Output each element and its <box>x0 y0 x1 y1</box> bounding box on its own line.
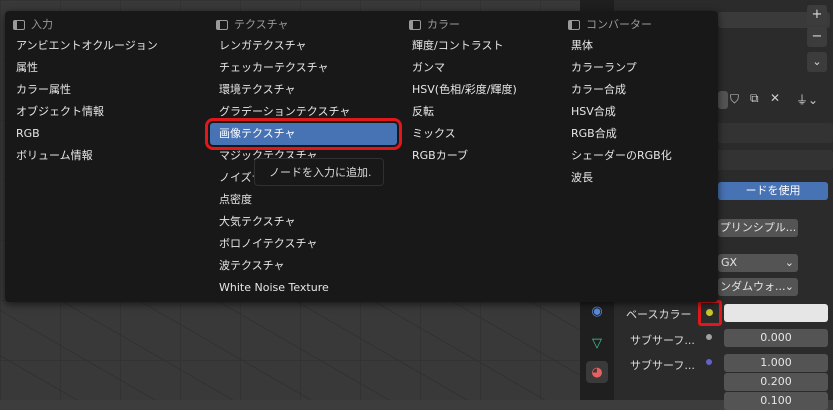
slot-specials-button[interactable]: ⌄ <box>807 52 827 72</box>
menu-column-input: 入力 アンビエントオクルージョン 属性 カラー属性 オブジェクト情報 RGB ボ… <box>7 15 202 167</box>
object-data-tab-icon[interactable]: ▽ <box>586 332 608 354</box>
menu-item[interactable]: 波長 <box>562 167 712 189</box>
subsurface-label: サブサーフ... <box>630 334 695 347</box>
menu-item[interactable]: RGBカーブ <box>403 145 563 167</box>
menu-item[interactable]: カラーランプ <box>562 57 712 79</box>
subsurface-socket-icon[interactable] <box>706 334 712 340</box>
subsurface-radius-label: サブサーフ... <box>630 359 695 372</box>
node-category-icon <box>409 20 421 30</box>
menu-item[interactable]: RGB合成 <box>562 123 712 145</box>
subsurface-radius-z-field[interactable]: 0.100 <box>724 392 828 410</box>
menu-item[interactable]: 属性 <box>7 57 202 79</box>
menu-item[interactable]: ミックス <box>403 123 563 145</box>
node-category-icon <box>13 20 25 30</box>
subsurface-method-chevron-icon: ⌄ <box>784 280 794 293</box>
menu-item[interactable]: 環境テクスチャ <box>210 79 397 101</box>
menu-column-color: カラー 輝度/コントラスト ガンマ HSV(色相/彩度/輝度) 反転 ミックス … <box>403 15 563 167</box>
fake-user-shield-icon[interactable]: ⛉ <box>730 92 739 107</box>
menu-item[interactable]: 大気テクスチャ <box>210 211 397 233</box>
menu-item[interactable]: グラデーションテクスチャ <box>210 101 397 123</box>
menu-item[interactable]: 輝度/コントラスト <box>403 35 563 57</box>
subsurface-radius-socket-icon[interactable] <box>706 359 712 365</box>
node-category-icon <box>216 20 228 30</box>
node-link-icon[interactable]: ⏚⌄ <box>796 91 818 108</box>
surface-shader-button[interactable]: プリンシプル... <box>718 219 798 237</box>
subsurface-method-dropdown[interactable]: ンダムウォ... ⌄ <box>718 278 798 296</box>
menu-item-image-texture[interactable]: 画像テクスチャ <box>205 118 402 150</box>
unlink-material-icon[interactable]: ✕ <box>770 91 780 105</box>
menu-column-converter: コンバーター 黒体 カラーランプ カラー合成 HSV合成 RGB合成 シェーダー… <box>562 15 712 189</box>
base-color-label: ベースカラー <box>626 308 692 321</box>
menu-item[interactable]: カラー合成 <box>562 79 712 101</box>
menu-item[interactable]: チェッカーテクスチャ <box>210 57 397 79</box>
menu-item[interactable]: ガンマ <box>403 57 563 79</box>
menu-column-header: カラー <box>403 15 563 35</box>
menu-column-title: コンバーター <box>586 18 652 31</box>
subsurface-radius-x-field[interactable]: 1.000 <box>724 354 828 372</box>
menu-column-header: 入力 <box>7 15 202 35</box>
menu-item[interactable]: 反転 <box>403 101 563 123</box>
menu-column-title: カラー <box>427 18 460 31</box>
viewport-floor-grid <box>0 300 580 400</box>
menu-item[interactable]: オブジェクト情報 <box>7 101 202 123</box>
menu-column-header: テクスチャ <box>210 15 397 35</box>
base-color-swatch[interactable] <box>724 304 828 322</box>
menu-item[interactable]: 黒体 <box>562 35 712 57</box>
menu-item[interactable]: アンビエントオクルージョン <box>7 35 202 57</box>
subsurface-radius-y-field[interactable]: 0.200 <box>724 373 828 391</box>
menu-item[interactable]: カラー属性 <box>7 79 202 101</box>
add-slot-button[interactable]: + <box>807 5 827 25</box>
menu-item[interactable]: RGB <box>7 123 202 145</box>
highlight-box <box>698 300 722 326</box>
menu-item[interactable]: レンガテクスチャ <box>210 35 397 57</box>
use-nodes-button[interactable]: ードを使用 <box>718 182 828 200</box>
distribution-chevron-icon: ⌄ <box>784 256 794 269</box>
remove-slot-button[interactable]: − <box>807 27 827 47</box>
menu-column-title: テクスチャ <box>234 18 289 31</box>
distribution-dropdown[interactable]: GX ⌄ <box>718 254 798 272</box>
menu-item[interactable]: HSV合成 <box>562 101 712 123</box>
menu-item[interactable]: 波テクスチャ <box>210 255 397 277</box>
node-category-icon <box>568 20 580 30</box>
menu-item[interactable]: ボリューム情報 <box>7 145 202 167</box>
menu-item[interactable]: ボロノイテクスチャ <box>210 233 397 255</box>
material-tab-icon[interactable]: ◕ <box>586 361 608 383</box>
menu-column-texture: テクスチャ レンガテクスチャ チェッカーテクスチャ 環境テクスチャ グラデーショ… <box>205 15 402 299</box>
menu-item[interactable]: White Noise Texture <box>210 277 397 299</box>
subsurface-field[interactable]: 0.000 <box>724 329 828 347</box>
menu-item[interactable]: シェーダーのRGB化 <box>562 145 712 167</box>
distribution-value: GX <box>721 256 738 269</box>
menu-item[interactable]: 点密度 <box>210 189 397 211</box>
add-node-menu: 入力 アンビエントオクルージョン 属性 カラー属性 オブジェクト情報 RGB ボ… <box>5 11 718 302</box>
menu-tooltip: ノードを入力に追加. <box>254 158 384 186</box>
menu-column-header: コンバーター <box>562 15 712 35</box>
duplicate-material-icon[interactable]: ⧉ <box>750 91 759 106</box>
subsurface-method-value: ンダムウォ... <box>720 280 786 293</box>
material-name-field[interactable] <box>718 91 728 109</box>
menu-column-title: 入力 <box>31 18 53 31</box>
menu-item[interactable]: HSV(色相/彩度/輝度) <box>403 79 563 101</box>
physics-tab-icon[interactable]: ◉ <box>586 300 608 322</box>
